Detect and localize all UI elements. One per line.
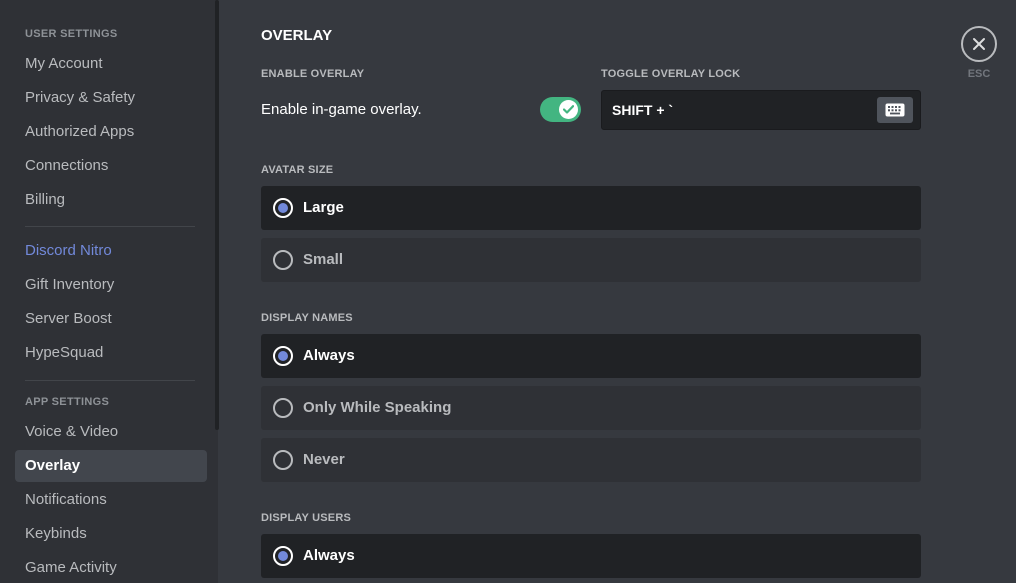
sidebar-item-notifications[interactable]: Notifications bbox=[15, 484, 207, 516]
display-names-option-only-while-speaking[interactable]: Only While Speaking bbox=[261, 386, 921, 430]
radio-button bbox=[273, 450, 293, 470]
settings-sidebar: USER SETTINGS My Account Privacy & Safet… bbox=[0, 0, 218, 583]
avatar-size-option-large[interactable]: Large bbox=[261, 186, 921, 230]
display-users-option-always[interactable]: Always bbox=[261, 534, 921, 578]
keyboard-icon bbox=[885, 103, 905, 117]
radio-dot bbox=[278, 551, 288, 561]
user-settings-header: USER SETTINGS bbox=[25, 28, 118, 40]
sidebar-item-game-activity[interactable]: Game Activity bbox=[15, 552, 207, 583]
avatar-size-option-small[interactable]: Small bbox=[261, 238, 921, 282]
sidebar-item-privacy-safety[interactable]: Privacy & Safety bbox=[15, 82, 207, 114]
overlay-lock-keybind-input[interactable]: SHIFT + ` bbox=[601, 90, 921, 130]
display-names-label: DISPLAY NAMES bbox=[261, 312, 353, 324]
radio-dot bbox=[278, 203, 288, 213]
close-icon bbox=[973, 38, 985, 50]
radio-button bbox=[273, 546, 293, 566]
check-icon bbox=[563, 105, 574, 114]
enable-overlay-toggle[interactable] bbox=[540, 97, 581, 122]
keybind-value: SHIFT + ` bbox=[612, 102, 674, 118]
toggle-overlay-lock-label: TOGGLE OVERLAY LOCK bbox=[601, 68, 741, 80]
radio-dot bbox=[278, 351, 288, 361]
close-button[interactable] bbox=[961, 26, 997, 62]
sidebar-item-billing[interactable]: Billing bbox=[15, 184, 207, 216]
radio-label: Only While Speaking bbox=[303, 399, 452, 416]
radio-label: Small bbox=[303, 251, 344, 268]
sidebar-item-gift-inventory[interactable]: Gift Inventory bbox=[15, 269, 207, 301]
app-settings-header: APP SETTINGS bbox=[25, 396, 110, 408]
radio-button bbox=[273, 250, 293, 270]
esc-label: ESC bbox=[967, 68, 991, 80]
sidebar-item-connections[interactable]: Connections bbox=[15, 150, 207, 182]
radio-label: Always bbox=[303, 547, 355, 564]
radio-button bbox=[273, 346, 293, 366]
record-keybind-button[interactable] bbox=[877, 97, 913, 123]
radio-button bbox=[273, 198, 293, 218]
sidebar-item-discord-nitro[interactable]: Discord Nitro bbox=[15, 235, 207, 267]
radio-button bbox=[273, 398, 293, 418]
sidebar-divider bbox=[25, 380, 195, 381]
toggle-knob bbox=[559, 100, 578, 119]
sidebar-item-my-account[interactable]: My Account bbox=[15, 48, 207, 80]
display-names-option-never[interactable]: Never bbox=[261, 438, 921, 482]
enable-overlay-label: ENABLE OVERLAY bbox=[261, 68, 365, 80]
sidebar-item-voice-video[interactable]: Voice & Video bbox=[15, 416, 207, 448]
radio-label: Always bbox=[303, 347, 355, 364]
display-names-option-always[interactable]: Always bbox=[261, 334, 921, 378]
settings-content: OVERLAY ENABLE OVERLAY Enable in-game ov… bbox=[219, 0, 1016, 583]
enable-overlay-text: Enable in-game overlay. bbox=[261, 101, 422, 118]
avatar-size-label: AVATAR SIZE bbox=[261, 164, 334, 176]
radio-label: Never bbox=[303, 451, 345, 468]
display-users-label: DISPLAY USERS bbox=[261, 512, 352, 524]
sidebar-item-authorized-apps[interactable]: Authorized Apps bbox=[15, 116, 207, 148]
sidebar-item-hypesquad[interactable]: HypeSquad bbox=[15, 337, 207, 369]
close-settings: ESC bbox=[961, 26, 997, 82]
sidebar-divider bbox=[25, 226, 195, 227]
page-title: OVERLAY bbox=[261, 27, 333, 44]
sidebar-item-overlay[interactable]: Overlay bbox=[15, 450, 207, 482]
sidebar-item-server-boost[interactable]: Server Boost bbox=[15, 303, 207, 335]
radio-label: Large bbox=[303, 199, 344, 216]
sidebar-item-keybinds[interactable]: Keybinds bbox=[15, 518, 207, 550]
